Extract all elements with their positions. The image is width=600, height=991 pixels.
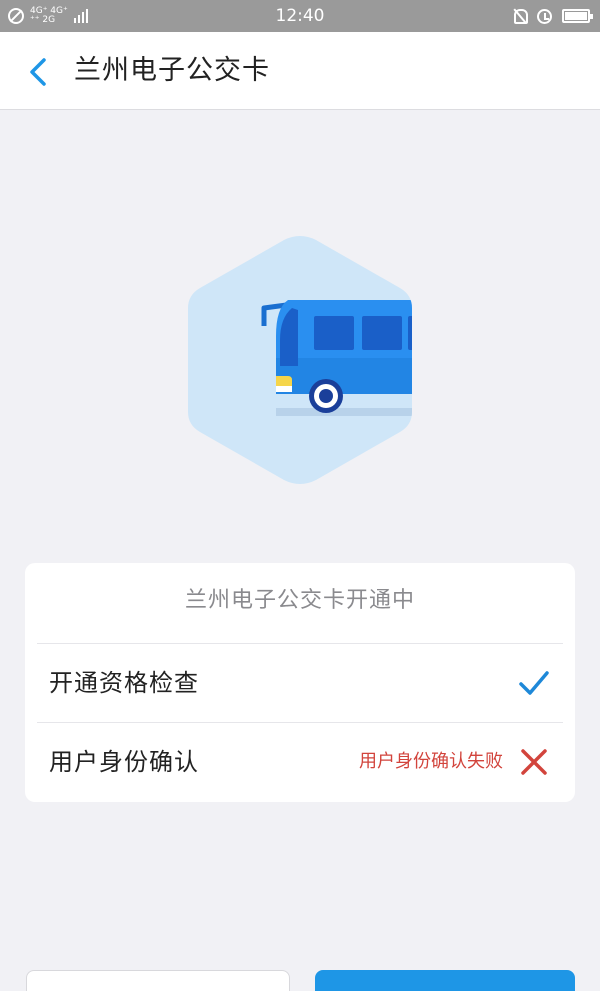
status-bar: 4G⁺ 4G⁺ ⁺⁺ 2G 12:40 [0, 0, 600, 32]
status-bar-right [513, 6, 593, 26]
primary-button[interactable] [315, 970, 575, 991]
chevron-left-icon [30, 58, 46, 86]
hero-illustration [180, 228, 420, 492]
title-bar: 兰州电子公交卡 [0, 32, 600, 110]
step-label: 用户身份确认 [49, 748, 199, 776]
checkmark-icon [519, 671, 549, 695]
step-status-text: 用户身份确认失败 [359, 751, 503, 772]
status-card: 兰州电子公交卡开通中 开通资格检查 用户身份确认 用户身份确认失败 [25, 563, 575, 802]
back-button[interactable] [18, 52, 58, 92]
card-title: 兰州电子公交卡开通中 [184, 588, 415, 613]
screen: 4G⁺ 4G⁺ ⁺⁺ 2G 12:40 兰州电子公交卡 兰州电子公交卡开通中 开… [0, 0, 600, 991]
secondary-button[interactable] [26, 970, 290, 991]
status-time: 12:40 [275, 6, 325, 26]
cross-icon[interactable] [517, 745, 551, 779]
bell-muted-icon [513, 8, 528, 24]
step-row-identity: 用户身份确认 用户身份确认失败 [37, 722, 563, 802]
page-title: 兰州电子公交卡 [74, 55, 270, 86]
step-label: 开通资格检查 [49, 669, 199, 697]
alarm-clock-icon [537, 8, 552, 24]
step-row-eligibility: 开通资格检查 [37, 643, 563, 723]
battery-icon [562, 9, 593, 23]
bus-icon [188, 236, 412, 484]
